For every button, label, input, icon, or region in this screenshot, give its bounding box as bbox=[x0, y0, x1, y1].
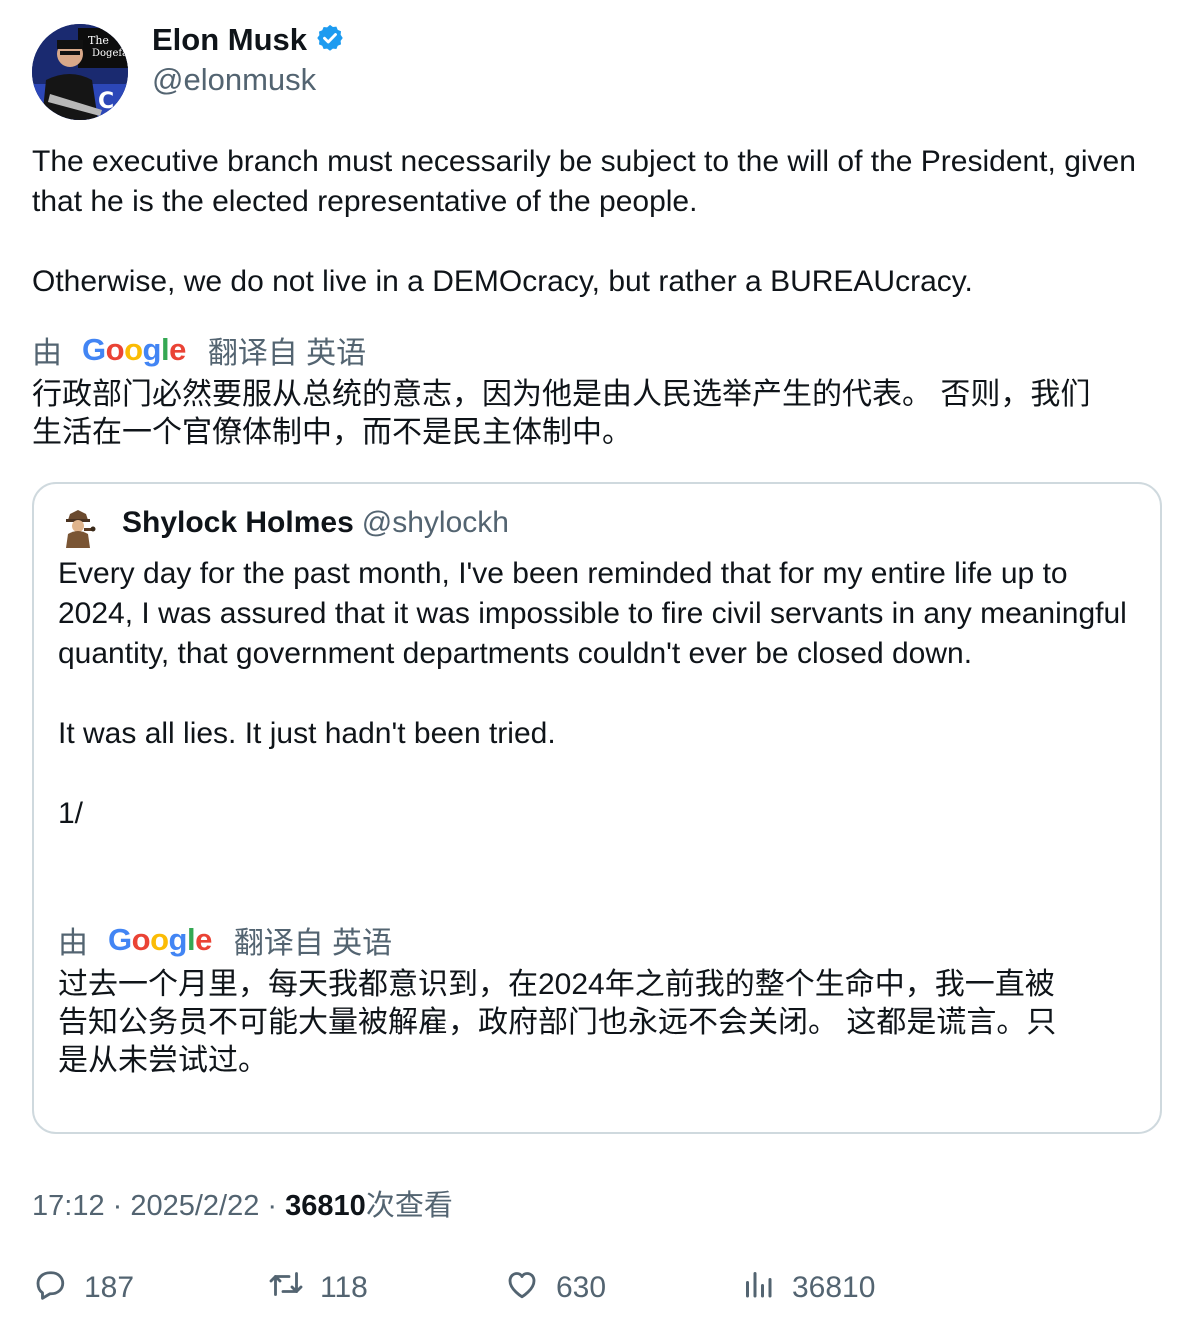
translate-prefix: 由 bbox=[32, 337, 62, 370]
translate-prefix: 由 bbox=[58, 927, 88, 960]
reply-count: 187 bbox=[84, 1271, 135, 1304]
translate-suffix: 翻译自 英语 bbox=[207, 337, 367, 370]
author-avatar[interactable]: The Dogefa C bbox=[32, 24, 128, 120]
like-count: 630 bbox=[556, 1271, 607, 1304]
quoted-tweet-text: Every day for the past month, I've been … bbox=[58, 557, 1127, 830]
views-count: 36810 bbox=[792, 1271, 876, 1304]
svg-text:The: The bbox=[88, 34, 109, 47]
translated-line: 行政部门必然要服从总统的意志，因为他是由人民选举产生的代表。 否则，我们 bbox=[32, 378, 1091, 411]
quoted-translated-text: 过去一个月里，每天我都意识到，在2024年之前我的整个生命中，我一直被 告知公务… bbox=[58, 966, 1148, 1080]
retweet-icon bbox=[268, 1266, 304, 1310]
google-logo[interactable]: Google bbox=[82, 332, 186, 368]
translation-attribution: 由 Google 翻译自 英语 bbox=[32, 328, 366, 372]
translated-text: 行政部门必然要服从总统的意志，因为他是由人民选举产生的代表。 否则，我们 生活在… bbox=[32, 376, 1090, 452]
retweet-button[interactable]: 118 bbox=[268, 1266, 368, 1310]
analytics-icon bbox=[740, 1266, 776, 1310]
author-name[interactable]: Elon Musk bbox=[152, 22, 307, 58]
action-bar: 187 118 630 36810 bbox=[32, 1266, 1172, 1316]
google-logo[interactable]: Google bbox=[108, 922, 212, 958]
translate-suffix: 翻译自 英语 bbox=[233, 927, 393, 960]
quoted-author-handle[interactable]: @shylockh bbox=[362, 506, 509, 539]
view-count: 36810 bbox=[285, 1190, 366, 1222]
translated-line: 是从未尝试过。 bbox=[58, 1044, 268, 1077]
tweet-text: The executive branch must necessarily be… bbox=[32, 145, 1136, 298]
svg-text:C: C bbox=[98, 89, 114, 114]
translated-line: 过去一个月里，每天我都意识到，在2024年之前我的整个生命中，我一直被 bbox=[58, 968, 1055, 1001]
quoted-author-name[interactable]: Shylock Holmes bbox=[122, 506, 354, 539]
reply-icon bbox=[32, 1266, 68, 1310]
quoted-author-avatar[interactable] bbox=[60, 508, 96, 548]
meta-separator: · bbox=[259, 1190, 286, 1222]
tweet-date[interactable]: 2025/2/22 bbox=[130, 1190, 259, 1222]
retweet-count: 118 bbox=[320, 1271, 368, 1304]
meta-separator: · bbox=[104, 1190, 131, 1222]
quoted-tweet-card[interactable]: Shylock Holmes @shylockh Every day for th… bbox=[32, 482, 1162, 1134]
reply-button[interactable]: 187 bbox=[32, 1266, 134, 1310]
translated-line: 告知公务员不可能大量被解雇，政府部门也永远不会关闭。 这都是谎言。只 bbox=[58, 1006, 1057, 1039]
tweet-meta: 17:12 · 2025/2/22 · 36810次查看 bbox=[32, 1182, 453, 1224]
translated-line: 生活在一个官僚体制中，而不是民主体制中。 bbox=[32, 416, 632, 449]
heart-icon bbox=[504, 1266, 540, 1310]
verified-badge-icon bbox=[315, 23, 345, 58]
like-button[interactable]: 630 bbox=[504, 1266, 606, 1310]
author-handle[interactable]: @elonmusk bbox=[152, 62, 316, 98]
quoted-translation-attribution: 由 Google 翻译自 英语 bbox=[58, 918, 392, 962]
views-button[interactable]: 36810 bbox=[740, 1266, 875, 1310]
view-count-label: 次查看 bbox=[365, 1190, 453, 1222]
svg-text:Dogefa: Dogefa bbox=[92, 48, 128, 59]
tweet-time[interactable]: 17:12 bbox=[32, 1190, 105, 1222]
